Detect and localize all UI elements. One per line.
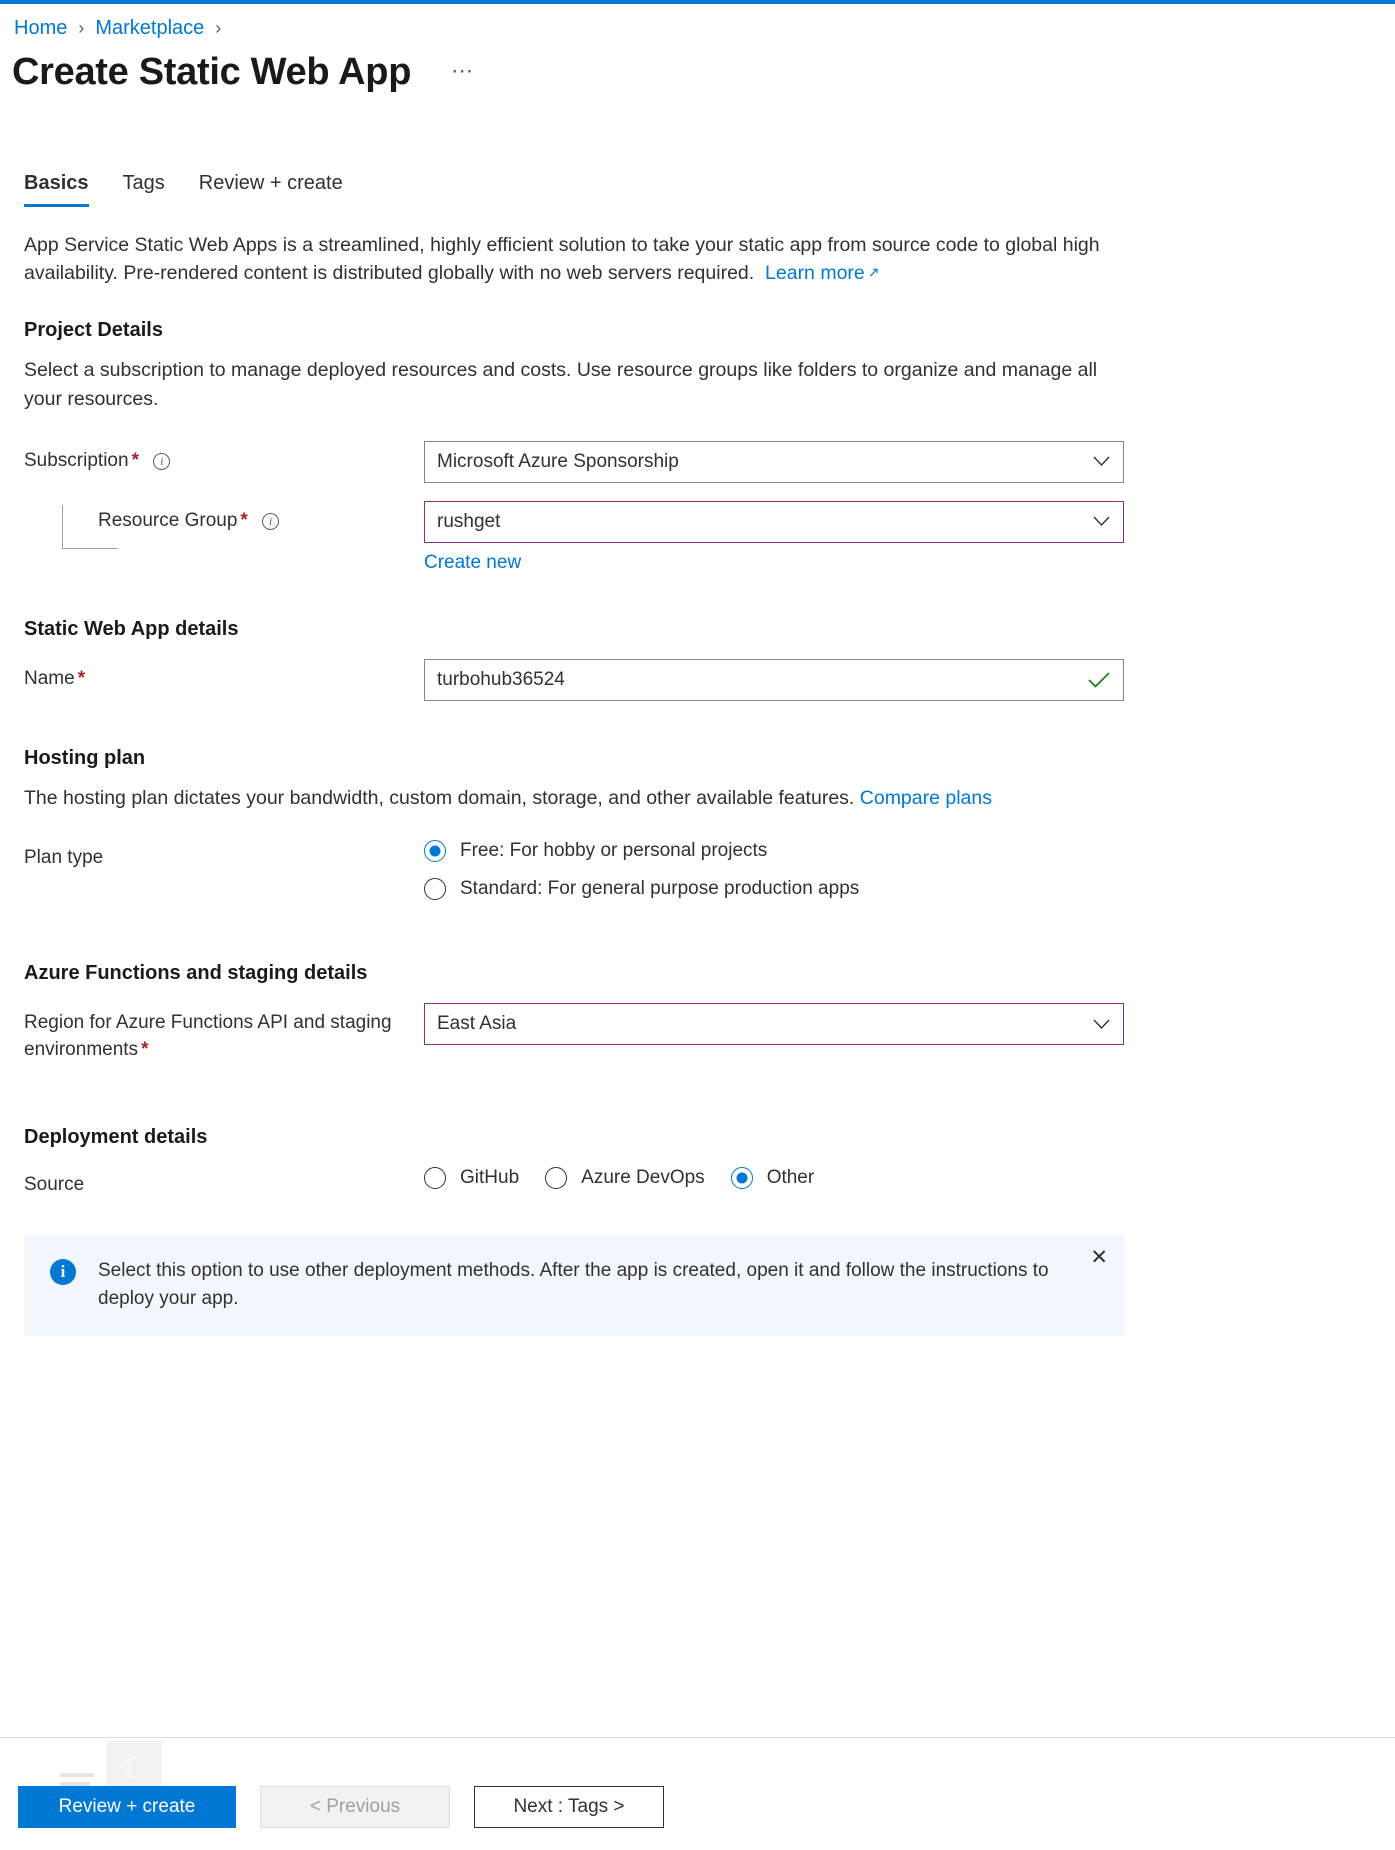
subscription-field: Microsoft Azure Sponsorship: [424, 440, 1124, 483]
subscription-select[interactable]: Microsoft Azure Sponsorship: [424, 440, 1124, 483]
plan-type-label: Plan type: [24, 847, 104, 869]
source-row: Source GitHub Azure DevOps Other: [24, 1165, 1160, 1199]
plan-type-row: Plan type Free: For hobby or personal pr…: [24, 838, 1160, 901]
region-row: Region for Azure Functions API and stagi…: [24, 1003, 1160, 1064]
create-new-resource-group-link[interactable]: Create new: [424, 552, 521, 574]
source-radio-group: GitHub Azure DevOps Other: [424, 1165, 840, 1190]
previous-button[interactable]: < Previous: [260, 1786, 450, 1828]
section-heading-deployment-details: Deployment details: [24, 1126, 208, 1149]
info-banner-text: Select this option to use other deployme…: [98, 1260, 1049, 1309]
name-field: turbohub36524: [424, 658, 1124, 701]
tree-connector-line: [62, 504, 118, 549]
footer-bar: ☾ Review + create < Previous Next : Tags…: [0, 1737, 1395, 1850]
subscription-info-icon[interactable]: i: [153, 452, 171, 470]
more-actions-icon[interactable]: ⋯: [451, 59, 475, 82]
radio-standard-icon[interactable]: [424, 878, 446, 901]
breadcrumb-separator-icon: ›: [78, 18, 85, 38]
breadcrumb-separator-icon-2: ›: [215, 18, 222, 38]
subscription-required-marker: *: [131, 449, 139, 471]
project-details-description: Select a subscription to manage deployed…: [24, 359, 1098, 410]
resource-group-block: Resource Group * i rushget Create new: [24, 500, 1160, 574]
section-heading-project-details: Project Details: [24, 319, 163, 342]
radio-other-icon[interactable]: [730, 1167, 753, 1190]
plan-type-free-label: Free: For hobby or personal projects: [460, 840, 768, 862]
resource-group-info-icon[interactable]: i: [262, 512, 280, 530]
source-azure-devops-label: Azure DevOps: [581, 1167, 705, 1189]
name-label: Name: [24, 667, 75, 689]
breadcrumb-item-home[interactable]: Home: [14, 18, 67, 38]
name-required-marker: *: [77, 667, 86, 689]
hosting-plan-description: The hosting plan dictates your bandwidth…: [24, 786, 855, 809]
breadcrumb-item-marketplace[interactable]: Marketplace: [95, 18, 204, 38]
source-option-github[interactable]: GitHub: [424, 1167, 520, 1190]
learn-more-link[interactable]: Learn more ↗: [765, 262, 879, 284]
section-heading-hosting-plan: Hosting plan: [24, 746, 146, 769]
intro-text: App Service Static Web Apps is a streaml…: [24, 233, 1100, 285]
name-label-group: Name *: [24, 659, 424, 693]
footer-button-group: Review + create < Previous Next : Tags >: [18, 1786, 664, 1828]
resource-group-select[interactable]: rushget: [424, 500, 1124, 543]
plan-type-option-free[interactable]: Free: For hobby or personal projects: [424, 840, 859, 863]
form-content: App Service Static Web Apps is a streaml…: [0, 207, 1160, 1337]
region-label: Region for Azure Functions API and stagi…: [24, 1012, 392, 1061]
breadcrumb: Home › Marketplace ›: [0, 4, 1395, 38]
source-option-other[interactable]: Other: [730, 1167, 815, 1190]
source-github-label: GitHub: [460, 1167, 520, 1189]
resource-group-row: Resource Group * i rushget Create new: [24, 500, 1160, 574]
region-field: East Asia: [424, 1003, 1124, 1046]
hosting-plan-description-line: The hosting plan dictates your bandwidth…: [24, 784, 1129, 812]
learn-more-label: Learn more: [765, 262, 865, 285]
plan-type-radio-group: Free: For hobby or personal projects Sta…: [424, 838, 860, 901]
source-label: Source: [24, 1174, 85, 1196]
region-required-marker: *: [141, 1039, 149, 1061]
name-row: Name * turbohub36524: [24, 658, 1160, 701]
info-banner: i Select this option to use other deploy…: [24, 1235, 1124, 1337]
radio-azure-devops-icon[interactable]: [545, 1167, 568, 1190]
tab-bar: Basics Tags Review + create: [0, 94, 1395, 207]
radio-github-icon[interactable]: [424, 1167, 446, 1190]
subscription-row: Subscription * i Microsoft Azure Sponsors…: [24, 440, 1160, 483]
resource-group-required-marker: *: [240, 509, 248, 531]
name-input[interactable]: turbohub36524: [424, 658, 1124, 701]
create-static-web-app-page: Home › Marketplace › Create Static Web A…: [0, 4, 1395, 1337]
plan-type-option-standard[interactable]: Standard: For general purpose production…: [424, 878, 860, 901]
next-tags-button[interactable]: Next : Tags >: [474, 1786, 664, 1828]
subscription-label-group: Subscription * i: [24, 441, 424, 475]
resource-group-label: Resource Group: [98, 509, 238, 531]
tab-basics[interactable]: Basics: [24, 172, 89, 207]
region-label-group: Region for Azure Functions API and stagi…: [24, 1003, 424, 1064]
resource-group-field: rushget Create new: [424, 500, 1124, 574]
source-option-azure-devops[interactable]: Azure DevOps: [545, 1167, 705, 1190]
section-heading-static-web-app-details: Static Web App details: [24, 617, 239, 640]
radio-free-icon[interactable]: [424, 840, 446, 863]
subscription-label: Subscription: [24, 449, 129, 471]
tab-tags[interactable]: Tags: [123, 172, 165, 207]
info-icon: i: [50, 1259, 76, 1286]
region-select[interactable]: East Asia: [424, 1003, 1124, 1046]
review-create-button[interactable]: Review + create: [18, 1786, 236, 1828]
compare-plans-link[interactable]: Compare plans: [860, 787, 992, 809]
intro-paragraph: App Service Static Web Apps is a streaml…: [24, 231, 1124, 288]
title-row: Create Static Web App ⋯: [0, 38, 1395, 94]
external-link-icon: ↗: [867, 264, 880, 281]
page-title: Create Static Web App: [12, 51, 412, 93]
tab-review-create[interactable]: Review + create: [199, 172, 343, 207]
close-icon[interactable]: ✕: [1090, 1247, 1108, 1268]
plan-type-standard-label: Standard: For general purpose production…: [460, 878, 860, 900]
source-other-label: Other: [766, 1167, 815, 1189]
section-heading-azure-functions: Azure Functions and staging details: [24, 962, 368, 985]
